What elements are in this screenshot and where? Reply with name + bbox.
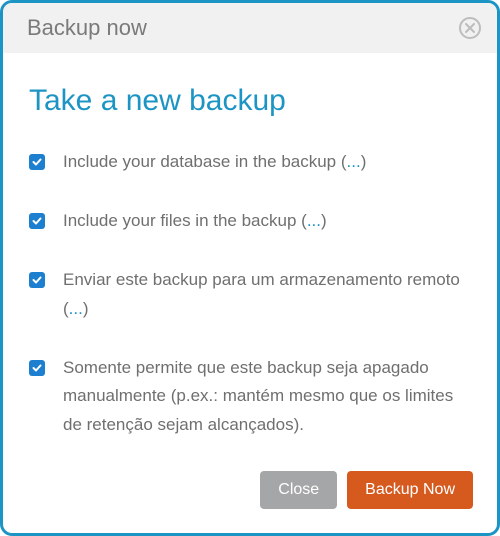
backup-modal: Backup now Take a new backup Include you… <box>0 0 500 536</box>
page-title: Take a new backup <box>29 75 471 126</box>
option-row: Include your files in the backup (...) <box>29 207 471 236</box>
modal-title: Backup now <box>27 15 147 41</box>
option-row: Enviar este backup para um armazenamento… <box>29 266 471 324</box>
expand-link[interactable]: ... <box>347 152 361 171</box>
modal-body: Take a new backup Include your database … <box>3 53 497 457</box>
expand-link[interactable]: ... <box>69 299 83 318</box>
close-button[interactable]: Close <box>260 471 337 509</box>
checkbox-manual-delete-only[interactable] <box>29 360 45 376</box>
checkbox-include-database[interactable] <box>29 154 45 170</box>
option-label: Enviar este backup para um armazenamento… <box>63 266 471 324</box>
expand-link[interactable]: ... <box>307 211 321 230</box>
option-row: Somente permite que este backup seja apa… <box>29 354 471 441</box>
option-text: Enviar este backup para um armazenamento… <box>63 270 460 289</box>
backup-now-button[interactable]: Backup Now <box>347 471 473 509</box>
checkbox-remote-storage[interactable] <box>29 272 45 288</box>
paren-close: ) <box>321 211 327 230</box>
paren-close: ) <box>361 152 367 171</box>
option-label: Somente permite que este backup seja apa… <box>63 354 471 441</box>
option-row: Include your database in the backup (...… <box>29 148 471 177</box>
close-icon[interactable] <box>459 17 481 39</box>
option-text: Somente permite que este backup seja apa… <box>63 358 453 435</box>
modal-footer: Close Backup Now <box>3 457 497 533</box>
modal-header: Backup now <box>3 3 497 53</box>
option-text: Include your files in the backup <box>63 211 301 230</box>
paren-close: ) <box>83 299 89 318</box>
option-label: Include your files in the backup (...) <box>63 207 471 236</box>
checkbox-include-files[interactable] <box>29 213 45 229</box>
option-label: Include your database in the backup (...… <box>63 148 471 177</box>
option-text: Include your database in the backup <box>63 152 341 171</box>
